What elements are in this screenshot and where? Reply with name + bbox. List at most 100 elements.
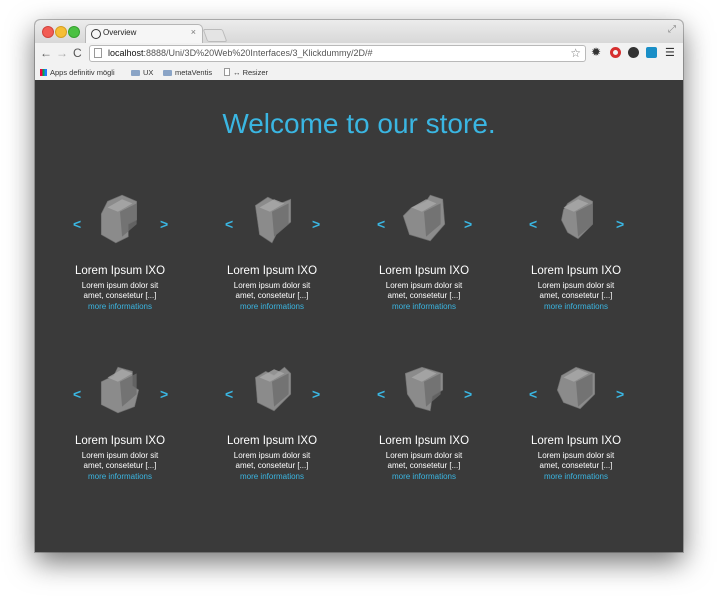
product-description-line: amet, consetetur [...] (83, 291, 157, 300)
new-tab-button[interactable] (202, 29, 228, 42)
more-informations-link[interactable]: more informations (55, 302, 185, 311)
product-title: Lorem Ipsum IXO (378, 265, 470, 277)
next-arrow-icon[interactable]: > (464, 386, 472, 402)
menu-icon[interactable]: ☰ (665, 46, 675, 59)
product-description-line: Lorem ipsum dolor sit (81, 451, 159, 460)
close-window-button[interactable] (42, 26, 54, 38)
address-bar[interactable]: localhost:8888/Uni/3D%20Web%20Interfaces… (89, 45, 586, 62)
browser-toolbar: ← → C localhost:8888/Uni/3D%20Web%20Inte… (35, 43, 683, 65)
back-arrow-icon[interactable]: ← (40, 46, 52, 60)
store-page: Welcome to our store. < > Lorem Ipsum IXO L… (35, 80, 683, 552)
product-description-line: Lorem ipsum dolor sit (385, 451, 463, 460)
product-description-line: Lorem ipsum dolor sit (537, 281, 615, 290)
bookmark-metaventis[interactable]: metaVentis (163, 68, 212, 77)
product-3d-model[interactable] (95, 193, 145, 245)
product-3d-model[interactable] (551, 363, 601, 415)
product-3d-model[interactable] (95, 363, 145, 415)
more-informations-link[interactable]: more informations (207, 302, 337, 311)
product-description-line: Lorem ipsum dolor sit (81, 281, 159, 290)
next-arrow-icon[interactable]: > (312, 216, 320, 232)
close-tab-icon[interactable]: × (191, 27, 196, 37)
tab-overview[interactable]: Overview × (85, 24, 203, 43)
previous-arrow-icon[interactable]: < (225, 216, 233, 232)
product-description-line: Lorem ipsum dolor sit (233, 281, 311, 290)
more-informations-link[interactable]: more informations (359, 302, 489, 311)
globe-icon (91, 29, 101, 39)
page-icon (94, 48, 102, 58)
bird-extension-icon[interactable] (646, 47, 657, 58)
url-text[interactable]: localhost:8888/Uni/3D%20Web%20Interfaces… (108, 48, 372, 58)
next-arrow-icon[interactable]: > (616, 386, 624, 402)
document-icon (224, 68, 230, 76)
previous-arrow-icon[interactable]: < (377, 386, 385, 402)
next-arrow-icon[interactable]: > (160, 216, 168, 232)
product-description: Lorem ipsum dolor sit amet, consetetur [.… (75, 451, 165, 471)
next-arrow-icon[interactable]: > (312, 386, 320, 402)
apps-grid-icon (40, 69, 47, 76)
product-title: Lorem Ipsum IXO (530, 265, 622, 277)
product-title: Lorem Ipsum IXO (378, 435, 470, 447)
bookmark-star-icon[interactable]: ☆ (570, 46, 581, 60)
opera-extension-icon[interactable] (610, 47, 621, 58)
forward-arrow-icon[interactable]: → (56, 46, 68, 60)
more-informations-link[interactable]: more informations (511, 472, 641, 481)
next-arrow-icon[interactable]: > (616, 216, 624, 232)
gear-icon[interactable]: ✹ (591, 45, 602, 59)
product-description: Lorem ipsum dolor sit amet, consetetur [.… (531, 451, 621, 471)
product-description-line: amet, consetetur [...] (539, 291, 613, 300)
next-arrow-icon[interactable]: > (464, 216, 472, 232)
ghostery-extension-icon[interactable] (628, 47, 639, 58)
zoom-window-button[interactable] (68, 26, 80, 38)
product-3d-model[interactable] (247, 363, 297, 415)
product-card: < > Lorem Ipsum IXO Lorem ipsum dolor sit am… (511, 188, 641, 311)
previous-arrow-icon[interactable]: < (225, 386, 233, 402)
title-bar: Overview × ⤢ (35, 20, 683, 43)
product-card: < > Lorem Ipsum IXO Lorem ipsum dolor sit am… (359, 358, 489, 481)
product-3d-model[interactable] (399, 363, 449, 415)
product-card: < > Lorem Ipsum IXO Lorem ipsum dolor sit am… (55, 188, 185, 311)
previous-arrow-icon[interactable]: < (73, 216, 81, 232)
more-informations-link[interactable]: more informations (359, 472, 489, 481)
more-informations-link[interactable]: more informations (511, 302, 641, 311)
previous-arrow-icon[interactable]: < (529, 386, 537, 402)
bookmarks-bar: Apps definitiv mögli UX metaVentis ↔ Res… (35, 65, 683, 81)
product-title: Lorem Ipsum IXO (74, 435, 166, 447)
folder-icon (131, 70, 140, 76)
product-card: < > Lorem Ipsum IXO Lorem ipsum dolor sit am… (55, 358, 185, 481)
product-description-line: amet, consetetur [...] (387, 461, 461, 470)
more-informations-link[interactable]: more informations (207, 472, 337, 481)
bookmark-resizer[interactable]: ↔ Resizer (224, 68, 268, 77)
product-3d-model[interactable] (247, 193, 297, 245)
product-title: Lorem Ipsum IXO (530, 435, 622, 447)
product-description-line: Lorem ipsum dolor sit (537, 451, 615, 460)
previous-arrow-icon[interactable]: < (529, 216, 537, 232)
next-arrow-icon[interactable]: > (160, 386, 168, 402)
product-description-line: amet, consetetur [...] (539, 461, 613, 470)
folder-icon (163, 70, 172, 76)
product-title: Lorem Ipsum IXO (226, 435, 318, 447)
product-description: Lorem ipsum dolor sit amet, consetetur [.… (531, 281, 621, 301)
browser-window: Overview × ⤢ ← → C localhost:8888/Uni/3D… (35, 20, 683, 552)
product-description: Lorem ipsum dolor sit amet, consetetur [.… (379, 281, 469, 301)
product-3d-model[interactable] (399, 193, 449, 245)
reload-icon[interactable]: C (73, 46, 82, 60)
product-description-line: amet, consetetur [...] (387, 291, 461, 300)
fullscreen-icon[interactable]: ⤢ (668, 24, 676, 35)
product-description-line: Lorem ipsum dolor sit (385, 281, 463, 290)
more-informations-link[interactable]: more informations (55, 472, 185, 481)
page-title: Welcome to our store. (222, 108, 496, 139)
minimize-window-button[interactable] (55, 26, 67, 38)
url-host: localhost (108, 48, 144, 58)
product-description-line: Lorem ipsum dolor sit (233, 451, 311, 460)
product-title: Lorem Ipsum IXO (74, 265, 166, 277)
product-card: < > Lorem Ipsum IXO Lorem ipsum dolor sit am… (207, 358, 337, 481)
bookmark-ux[interactable]: UX (131, 68, 153, 77)
url-path: :8888/Uni/3D%20Web%20Interfaces/3_Klickd… (143, 48, 373, 58)
previous-arrow-icon[interactable]: < (73, 386, 81, 402)
product-card: < > Lorem Ipsum IXO Lorem ipsum dolor sit am… (207, 188, 337, 311)
product-3d-model[interactable] (551, 193, 601, 245)
bookmark-apps[interactable]: Apps definitiv mögli (40, 68, 115, 77)
tab-title: Overview (103, 28, 137, 37)
product-description: Lorem ipsum dolor sit amet, consetetur [.… (75, 281, 165, 301)
previous-arrow-icon[interactable]: < (377, 216, 385, 232)
